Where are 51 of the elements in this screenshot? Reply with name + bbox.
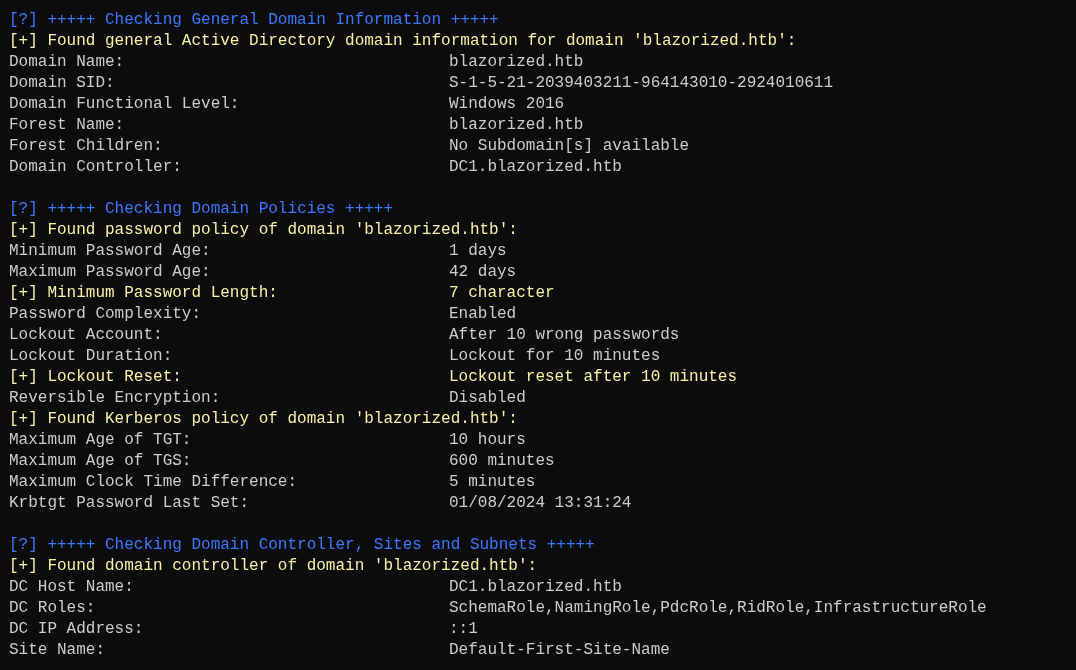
field-value: 42 days (449, 262, 517, 283)
field-value: No Subdomain[s] available (449, 136, 690, 157)
field-value: DC1.blazorized.htb (449, 577, 622, 598)
status-message: [+] Found general Active Directory domain information for domain 'blazorized.htb': (9, 31, 797, 52)
field-label: Minimum Password Age: (9, 241, 212, 262)
field-label: Site Name: (9, 640, 106, 661)
section-heading: [?] +++++ Checking General Domain Information +++++ (9, 10, 499, 31)
field-label: DC Host Name: (9, 577, 135, 598)
section-heading: [?] +++++ Checking Domain Policies +++++ (9, 199, 394, 220)
field-value: DC1.blazorized.htb (449, 157, 622, 178)
field-value: Lockout reset after 10 minutes (449, 367, 738, 388)
field-label: DC IP Address: (9, 619, 145, 640)
field-label: Krbtgt Password Last Set: (9, 493, 251, 514)
field-label: [+] Lockout Reset: (9, 367, 183, 388)
field-label: Reversible Encryption: (9, 388, 222, 409)
field-value: blazorized.htb (449, 115, 584, 136)
field-label: Maximum Clock Time Difference: (9, 472, 299, 493)
field-label: Maximum Age of TGT: (9, 430, 193, 451)
field-value: Windows 2016 (449, 94, 565, 115)
field-label: Lockout Account: (9, 325, 164, 346)
field-label: Domain Controller: (9, 157, 183, 178)
field-value: Default-First-Site-Name (449, 640, 670, 661)
field-value: 01/08/2024 13:31:24 (449, 493, 632, 514)
status-message: [+] Found Kerberos policy of domain 'blazorized.htb': (9, 409, 518, 430)
field-value: 1 days (449, 241, 507, 262)
field-label: DC Roles: (9, 598, 97, 619)
field-label: Lockout Duration: (9, 346, 174, 367)
field-label: Domain SID: (9, 73, 116, 94)
field-value: ::1 (449, 619, 478, 640)
field-value: 5 minutes (449, 472, 536, 493)
field-label: Password Complexity: (9, 304, 203, 325)
field-value: 7 character (449, 283, 555, 304)
field-value: 10 hours (449, 430, 526, 451)
field-label: Domain Name: (9, 52, 126, 73)
field-label: Forest Children: (9, 136, 164, 157)
status-message: [+] Found domain controller of domain 'blazorized.htb': (9, 556, 538, 577)
field-label: Maximum Age of TGS: (9, 451, 193, 472)
field-label: [+] Minimum Password Length: (9, 283, 279, 304)
field-value: Disabled (449, 388, 526, 409)
field-value: 600 minutes (449, 451, 555, 472)
field-value: SchemaRole,NamingRole,PdcRole,RidRole,InfrastructureRole (449, 598, 987, 619)
field-value: Enabled (449, 304, 517, 325)
field-value: Lockout for 10 minutes (449, 346, 661, 367)
field-label: Maximum Password Age: (9, 262, 212, 283)
field-label: Domain Functional Level: (9, 94, 241, 115)
field-value: S-1-5-21-2039403211-964143010-2924010611 (449, 73, 834, 94)
field-value: blazorized.htb (449, 52, 584, 73)
status-message: [+] Found password policy of domain 'blazorized.htb': (9, 220, 518, 241)
field-value: After 10 wrong passwords (449, 325, 680, 346)
field-label: Forest Name: (9, 115, 126, 136)
section-heading: [?] +++++ Checking Domain Controller, Sites and Subnets +++++ (9, 535, 595, 556)
